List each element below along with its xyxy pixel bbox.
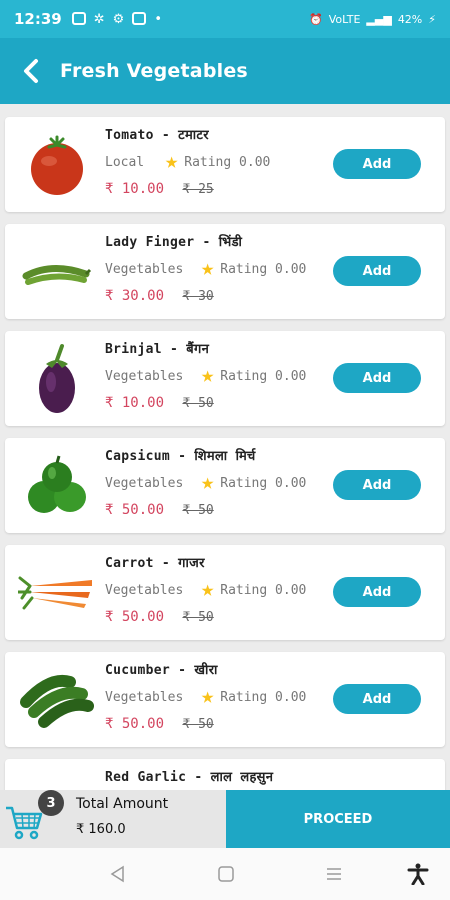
status-time: 12:39 xyxy=(14,10,62,28)
cart-bar: 3 Total Amount ₹ 160.0 PROCEED xyxy=(0,790,450,848)
page-title: Fresh Vegetables xyxy=(60,60,248,82)
add-button[interactable]: Add xyxy=(333,256,421,286)
dot-icon: • xyxy=(154,11,162,27)
app-bar: Fresh Vegetables xyxy=(0,38,450,104)
product-old-price: ₹ 50 xyxy=(182,503,214,518)
notification-icons: ✲ ⚙ • xyxy=(71,11,162,27)
alarm-icon: ⏰ xyxy=(309,12,323,26)
star-icon: ★ xyxy=(165,149,179,174)
tomato-icon xyxy=(17,127,97,202)
product-old-price: ₹ 50 xyxy=(182,610,214,625)
nav-menu-icon[interactable] xyxy=(322,862,346,886)
cart-count-badge: 3 xyxy=(38,790,64,816)
total-label: Total Amount xyxy=(76,796,169,812)
product-price: ₹ 50.00 xyxy=(105,716,165,732)
product-price: ₹ 10.00 xyxy=(105,395,165,411)
app-icon xyxy=(132,11,147,25)
total-amount: ₹ 160.0 xyxy=(76,822,126,837)
product-rating: Rating 0.00 xyxy=(220,261,307,277)
accessibility-icon[interactable] xyxy=(406,862,430,886)
star-icon: ★ xyxy=(201,577,215,602)
proceed-button[interactable]: PROCEED xyxy=(226,790,450,848)
product-old-price: ₹ 25 xyxy=(182,182,214,197)
product-category: Local xyxy=(105,154,145,170)
add-button[interactable]: Add xyxy=(333,363,421,393)
product-category: Vegetables xyxy=(105,582,184,598)
add-button[interactable]: Add xyxy=(333,149,421,179)
product-card: Tomato - टमाटर Local ★ Rating 0.00 ₹ 10.… xyxy=(5,117,445,212)
product-name: Cucumber - खीरा xyxy=(105,663,218,678)
fan-icon: ✲ xyxy=(93,11,105,27)
product-price: ₹ 50.00 xyxy=(105,502,165,518)
product-rating: Rating 0.00 xyxy=(220,689,307,705)
product-card: Red Garlic - लाल लहसुन xyxy=(5,759,445,790)
product-name: Red Garlic - लाल लहसुन xyxy=(105,770,274,785)
product-name: Capsicum - शिमला मिर्च xyxy=(105,449,256,464)
message-icon xyxy=(71,11,86,25)
product-name: Carrot - गाजर xyxy=(105,556,205,571)
star-icon: ★ xyxy=(201,470,215,495)
product-card: Capsicum - शिमला मिर्च Vegetables ★ Rati… xyxy=(5,438,445,533)
product-rating: Rating 0.00 xyxy=(220,582,307,598)
product-category: Vegetables xyxy=(105,689,184,705)
product-price: ₹ 50.00 xyxy=(105,609,165,625)
nav-home-icon[interactable] xyxy=(214,862,238,886)
product-rating: Rating 0.00 xyxy=(184,154,271,170)
signal-icon: ▂▄▆ xyxy=(366,12,392,26)
brinjal-icon xyxy=(17,341,97,416)
product-name: Brinjal - बैंगन xyxy=(105,342,210,357)
add-button[interactable]: Add xyxy=(333,470,421,500)
star-icon: ★ xyxy=(201,256,215,281)
add-button[interactable]: Add xyxy=(333,684,421,714)
battery-level: 42% xyxy=(397,12,423,26)
product-name: Tomato - टमाटर xyxy=(105,128,209,143)
product-rating: Rating 0.00 xyxy=(220,475,307,491)
product-category: Vegetables xyxy=(105,261,184,277)
cucumber-icon xyxy=(17,662,97,737)
product-category: Vegetables xyxy=(105,475,184,491)
cart-summary[interactable]: 3 Total Amount ₹ 160.0 xyxy=(0,790,226,848)
product-price: ₹ 30.00 xyxy=(105,288,165,304)
status-bar: 12:39 ✲ ⚙ • ⏰ VoLTE ▂▄▆ 42% ⚡ xyxy=(0,0,450,38)
system-nav-bar xyxy=(0,848,450,900)
product-card: Lady Finger - भिंडी Vegetables ★ Rating … xyxy=(5,224,445,319)
product-card: Carrot - गाजर Vegetables ★ Rating 0.00 ₹… xyxy=(5,545,445,640)
product-old-price: ₹ 30 xyxy=(182,289,214,304)
add-button[interactable]: Add xyxy=(333,577,421,607)
star-icon: ★ xyxy=(201,363,215,388)
star-icon: ★ xyxy=(201,684,215,709)
settings-icon: ⚙ xyxy=(112,11,125,27)
product-price: ₹ 10.00 xyxy=(105,181,165,197)
battery-icon: ⚡ xyxy=(428,12,436,26)
product-category: Vegetables xyxy=(105,368,184,384)
product-old-price: ₹ 50 xyxy=(182,717,214,732)
carrot-icon xyxy=(17,555,97,630)
cart-icon xyxy=(6,806,43,840)
back-arrow-icon[interactable] xyxy=(18,58,44,84)
product-card: Cucumber - खीरा Vegetables ★ Rating 0.00… xyxy=(5,652,445,747)
nav-back-icon[interactable] xyxy=(106,862,130,886)
system-icons: ⏰ VoLTE ▂▄▆ 42% ⚡ xyxy=(309,13,436,26)
product-list[interactable]: Tomato - टमाटर Local ★ Rating 0.00 ₹ 10.… xyxy=(0,104,450,790)
product-rating: Rating 0.00 xyxy=(220,368,307,384)
network-label: VoLTE xyxy=(328,12,361,26)
okra-icon xyxy=(17,234,97,309)
capsicum-icon xyxy=(17,448,97,523)
product-card: Brinjal - बैंगन Vegetables ★ Rating 0.00… xyxy=(5,331,445,426)
product-old-price: ₹ 50 xyxy=(182,396,214,411)
product-name: Lady Finger - भिंडी xyxy=(105,235,243,250)
